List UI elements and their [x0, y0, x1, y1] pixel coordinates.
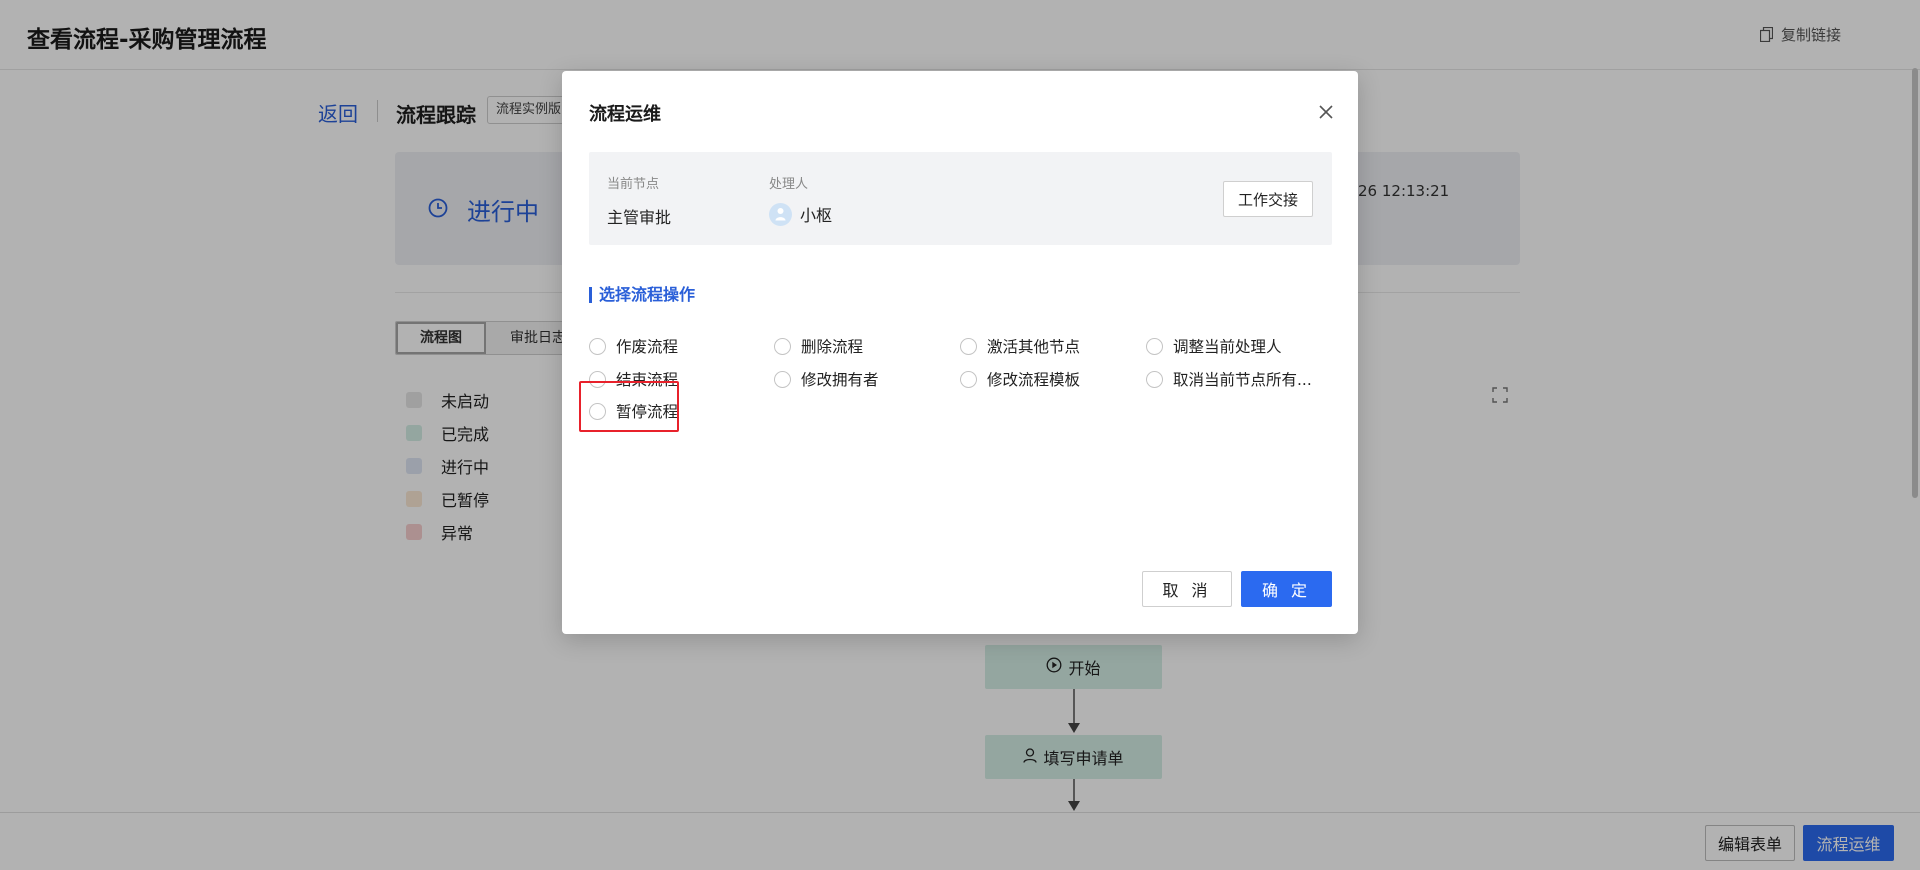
option-change-owner[interactable]: 修改拥有者	[774, 368, 879, 390]
option-label: 结束流程	[616, 371, 679, 389]
avatar	[769, 202, 792, 226]
option-label: 作废流程	[616, 338, 679, 356]
option-label: 调整当前处理人	[1173, 338, 1282, 356]
radio-button[interactable]	[589, 402, 606, 420]
modal-title: 流程运维	[589, 104, 661, 125]
radio-button[interactable]	[589, 370, 606, 388]
cancel-button[interactable]: 取 消	[1142, 571, 1232, 607]
option-change-template[interactable]: 修改流程模板	[960, 368, 1080, 390]
option-activate-other-node[interactable]: 激活其他节点	[960, 335, 1080, 357]
current-node-value: 主管审批	[607, 208, 672, 227]
radio-button[interactable]	[960, 337, 977, 355]
radio-button[interactable]	[1146, 337, 1163, 355]
radio-button[interactable]	[1146, 370, 1163, 388]
current-node-info: 当前节点 主管审批 处理人 小枢 工作交接	[589, 152, 1332, 245]
option-label: 删除流程	[801, 338, 864, 356]
option-label: 修改拥有者	[801, 371, 879, 389]
close-icon[interactable]	[1316, 102, 1336, 122]
radio-button[interactable]	[960, 370, 977, 388]
radio-button[interactable]	[774, 370, 791, 388]
option-adjust-handler[interactable]: 调整当前处理人	[1146, 335, 1282, 357]
current-node-label: 当前节点	[607, 177, 660, 192]
option-cancel-node-all[interactable]: 取消当前节点所有...	[1146, 368, 1312, 390]
option-label: 暂停流程	[616, 403, 679, 421]
handler-name: 小枢	[800, 206, 833, 225]
operations-heading: 选择流程操作	[589, 287, 695, 303]
handler: 小枢	[769, 202, 832, 226]
handler-label: 处理人	[769, 177, 809, 192]
option-delete-flow[interactable]: 删除流程	[774, 335, 863, 357]
option-label: 修改流程模板	[987, 371, 1081, 389]
flow-ops-modal: 流程运维 当前节点 主管审批 处理人 小枢 工作交接 选择流程操作 作废流程 删…	[562, 71, 1358, 634]
confirm-button[interactable]: 确 定	[1241, 571, 1332, 607]
option-void-flow[interactable]: 作废流程	[589, 335, 678, 357]
radio-button[interactable]	[774, 337, 791, 355]
work-handover-button[interactable]: 工作交接	[1223, 181, 1313, 217]
radio-button[interactable]	[589, 337, 606, 355]
option-label: 激活其他节点	[987, 338, 1081, 356]
option-pause-flow[interactable]: 暂停流程	[589, 400, 678, 422]
option-label: 取消当前节点所有...	[1173, 371, 1312, 389]
option-end-flow[interactable]: 结束流程	[589, 368, 678, 390]
